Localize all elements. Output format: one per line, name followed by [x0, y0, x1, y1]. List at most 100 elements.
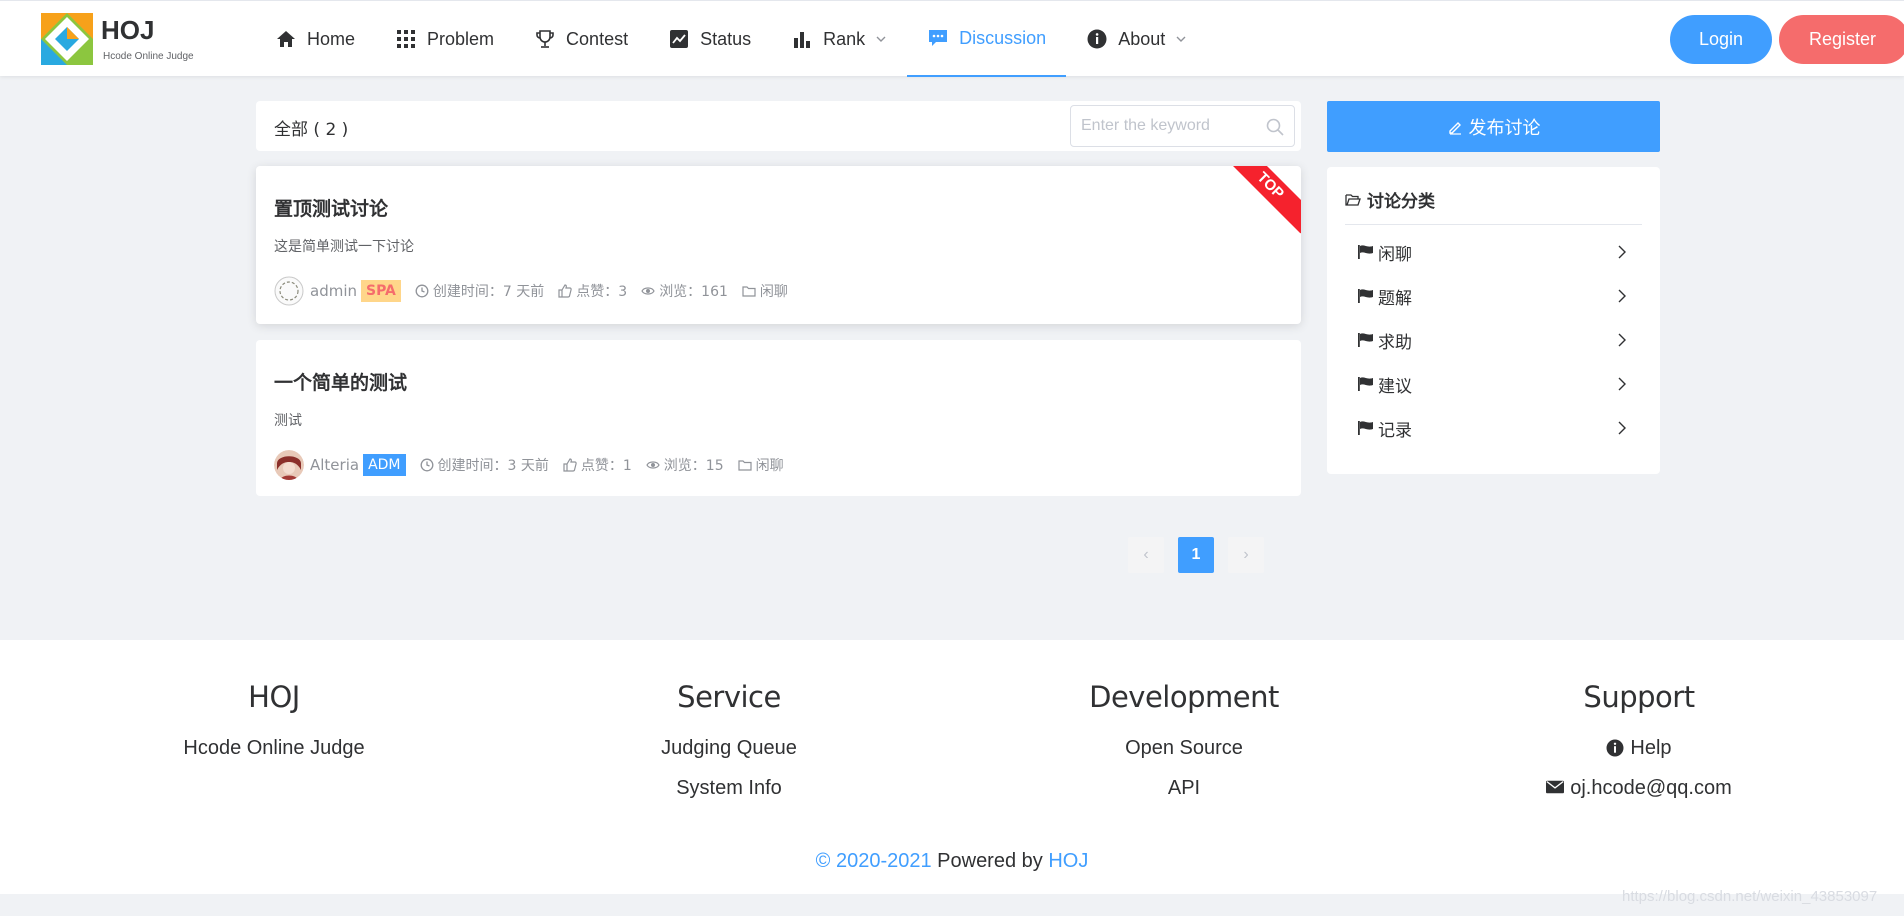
- info-icon: [1606, 739, 1624, 757]
- nav-discussion[interactable]: Discussion: [907, 1, 1067, 77]
- nav-about[interactable]: About: [1066, 1, 1207, 77]
- login-button[interactable]: Login: [1670, 15, 1772, 64]
- bar-chart-icon: [791, 28, 813, 50]
- prev-page-button[interactable]: ‹: [1128, 537, 1164, 573]
- flag-icon: [1358, 333, 1373, 347]
- main-nav: Home Problem Contest Status Rank Discuss…: [255, 1, 1207, 77]
- discussion-description: 这是简单测试一下讨论: [274, 239, 414, 255]
- footer-column-support: Support Help oj.hcode@qq.com: [1479, 680, 1799, 808]
- footer-link[interactable]: Hcode Online Judge: [114, 728, 434, 768]
- flag-icon: [1358, 245, 1373, 259]
- flag-icon: [1358, 289, 1373, 303]
- discussion-description: 测试: [274, 413, 302, 429]
- discussion-card[interactable]: TOP 置顶测试讨论 这是简单测试一下讨论 admin SPA 创建时间：7 天…: [256, 166, 1301, 324]
- footer-link-email[interactable]: oj.hcode@qq.com: [1479, 768, 1799, 808]
- copyright-year[interactable]: © 2020-2021: [816, 850, 932, 872]
- footer-link-text: oj.hcode@qq.com: [1570, 777, 1732, 799]
- category-panel: 讨论分类 闲聊 题解 求助 建议 记录: [1327, 167, 1660, 474]
- folder-icon: [738, 460, 752, 471]
- edit-icon: [1448, 121, 1461, 135]
- nav-problem[interactable]: Problem: [375, 1, 514, 77]
- avatar[interactable]: [274, 276, 304, 306]
- flag-icon: [1358, 421, 1373, 435]
- category-item[interactable]: 建议: [1357, 369, 1627, 399]
- view-count-text: 浏览：15: [663, 458, 724, 474]
- next-page-button[interactable]: ›: [1228, 537, 1264, 573]
- nav-status[interactable]: Status: [648, 1, 771, 77]
- author-name[interactable]: Alteria: [310, 456, 359, 474]
- post-discussion-label: 发布讨论: [1468, 117, 1541, 139]
- discussion-card[interactable]: 一个简单的测试 测试 Alteria ADM 创建时间：3 天前 点赞：1 浏览…: [256, 340, 1301, 496]
- search-icon[interactable]: [1266, 118, 1284, 136]
- category-item[interactable]: 题解: [1357, 281, 1627, 311]
- chevron-down-icon: [1176, 36, 1186, 42]
- nav-home[interactable]: Home: [255, 1, 375, 77]
- category-tag[interactable]: 闲聊: [738, 455, 784, 475]
- category-item[interactable]: 记录: [1357, 413, 1627, 443]
- avatar[interactable]: [274, 450, 304, 480]
- category-tag-text: 闲聊: [755, 458, 784, 474]
- nav-discussion-label: Discussion: [959, 27, 1047, 48]
- trophy-icon: [534, 28, 556, 50]
- footer-link-text: API: [1167, 777, 1201, 799]
- search-input[interactable]: [1081, 115, 1261, 137]
- eye-icon: [646, 461, 660, 469]
- footer-link-text: Judging Queue: [661, 737, 797, 759]
- chevron-down-icon: [876, 36, 886, 42]
- discussion-title[interactable]: 置顶测试讨论: [274, 194, 388, 221]
- category-panel-title: 讨论分类: [1345, 187, 1435, 212]
- copyright: © 2020-2021 Powered by HOJ: [0, 850, 1904, 873]
- eye-icon: [641, 287, 655, 295]
- category-panel-title-text: 讨论分类: [1367, 192, 1435, 212]
- clock-icon: [420, 458, 433, 472]
- category-item-label: 求助: [1378, 332, 1412, 353]
- info-icon: [1086, 28, 1108, 50]
- view-count: 浏览：161: [641, 281, 728, 301]
- view-count: 浏览：15: [646, 455, 724, 475]
- author-name[interactable]: admin: [310, 282, 357, 300]
- like-count[interactable]: 点赞：3: [558, 281, 627, 301]
- chevron-right-icon: [1618, 289, 1626, 303]
- powered-by-link[interactable]: HOJ: [1048, 850, 1088, 872]
- chevron-right-icon: [1618, 245, 1626, 259]
- footer-link[interactable]: Judging Queue: [569, 728, 889, 768]
- category-item-label: 闲聊: [1378, 244, 1412, 265]
- footer-column-title: Support: [1583, 680, 1695, 714]
- category-item[interactable]: 求助: [1357, 325, 1627, 355]
- footer-link[interactable]: Open Source: [1024, 728, 1344, 768]
- pagination: ‹ 1 ›: [1128, 537, 1278, 573]
- created-time: 创建时间：3 天前: [420, 455, 549, 475]
- footer-link-text: Open Source: [1125, 737, 1243, 759]
- footer-column-title: HOJ: [248, 680, 300, 714]
- category-item-label: 建议: [1378, 376, 1412, 397]
- page-number-button[interactable]: 1: [1178, 537, 1214, 573]
- role-badge: ADM: [363, 454, 406, 476]
- category-tag[interactable]: 闲聊: [742, 281, 788, 301]
- footer-link-help[interactable]: Help: [1479, 728, 1799, 768]
- footer-link[interactable]: System Info: [569, 768, 889, 808]
- discussion-count-label: 全部 ( 2 ): [274, 120, 349, 140]
- discussion-filter-bar: 全部 ( 2 ): [256, 101, 1301, 151]
- logo-mark-icon: [41, 13, 93, 65]
- created-time-text: 创建时间：7 天前: [432, 284, 545, 300]
- chat-icon: [927, 27, 949, 49]
- footer-link[interactable]: API: [1024, 768, 1344, 808]
- nav-rank[interactable]: Rank: [771, 1, 907, 77]
- nav-contest[interactable]: Contest: [514, 1, 648, 77]
- thumbs-up-icon: [558, 284, 572, 298]
- nav-about-label: About: [1118, 28, 1166, 49]
- nav-home-label: Home: [307, 28, 356, 49]
- register-button[interactable]: Register: [1779, 15, 1904, 64]
- footer-link-text: Hcode Online Judge: [183, 737, 365, 759]
- clock-icon: [415, 284, 429, 298]
- like-count[interactable]: 点赞：1: [563, 455, 632, 475]
- search-box[interactable]: [1070, 105, 1295, 147]
- category-item-label: 题解: [1378, 288, 1412, 309]
- discussion-title[interactable]: 一个简单的测试: [274, 368, 407, 395]
- footer-link-text: Help: [1630, 737, 1672, 759]
- category-item[interactable]: 闲聊: [1357, 237, 1627, 267]
- post-discussion-button[interactable]: 发布讨论: [1327, 101, 1660, 152]
- top-navbar: HOJ Hcode Online Judge Home Problem Cont…: [0, 0, 1904, 77]
- nav-problem-label: Problem: [427, 28, 495, 49]
- logo[interactable]: HOJ Hcode Online Judge: [41, 13, 211, 67]
